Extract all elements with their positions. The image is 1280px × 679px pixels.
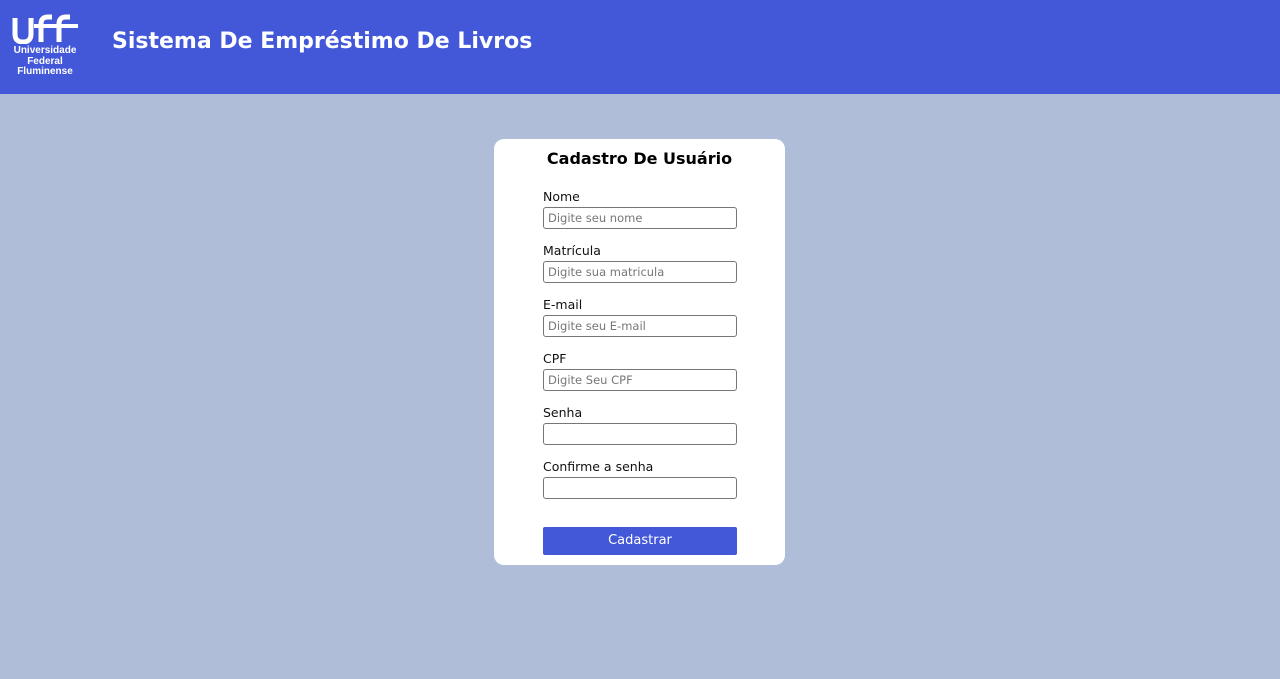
registration-card: Cadastro De Usuário Nome Matrícula E-mai… [494,139,785,565]
logo-line-1: Universidade [13,45,77,56]
email-label: E-mail [543,297,583,312]
confirm-password-input[interactable] [543,477,737,499]
logo-line-3: Fluminense [17,66,73,77]
form-title: Cadastro De Usuário [546,149,733,168]
cpf-label: CPF [543,351,567,366]
password-input[interactable] [543,423,737,445]
uff-logo-icon [12,14,78,44]
app-header: Universidade Federal Fluminense Sistema … [0,0,1280,94]
cpf-input[interactable] [543,369,737,391]
matricula-label: Matrícula [543,243,601,258]
register-button[interactable]: Cadastrar [543,527,737,555]
name-label: Nome [543,189,580,204]
app-title: Sistema De Empréstimo De Livros [112,29,533,54]
confirm-password-label: Confirme a senha [543,459,654,474]
name-input[interactable] [543,207,737,229]
password-label: Senha [543,405,583,420]
logo-text: Universidade Federal Fluminense [10,45,80,78]
uff-logo[interactable]: Universidade Federal Fluminense [10,12,80,82]
matricula-input[interactable] [543,261,737,283]
email-input[interactable] [543,315,737,337]
